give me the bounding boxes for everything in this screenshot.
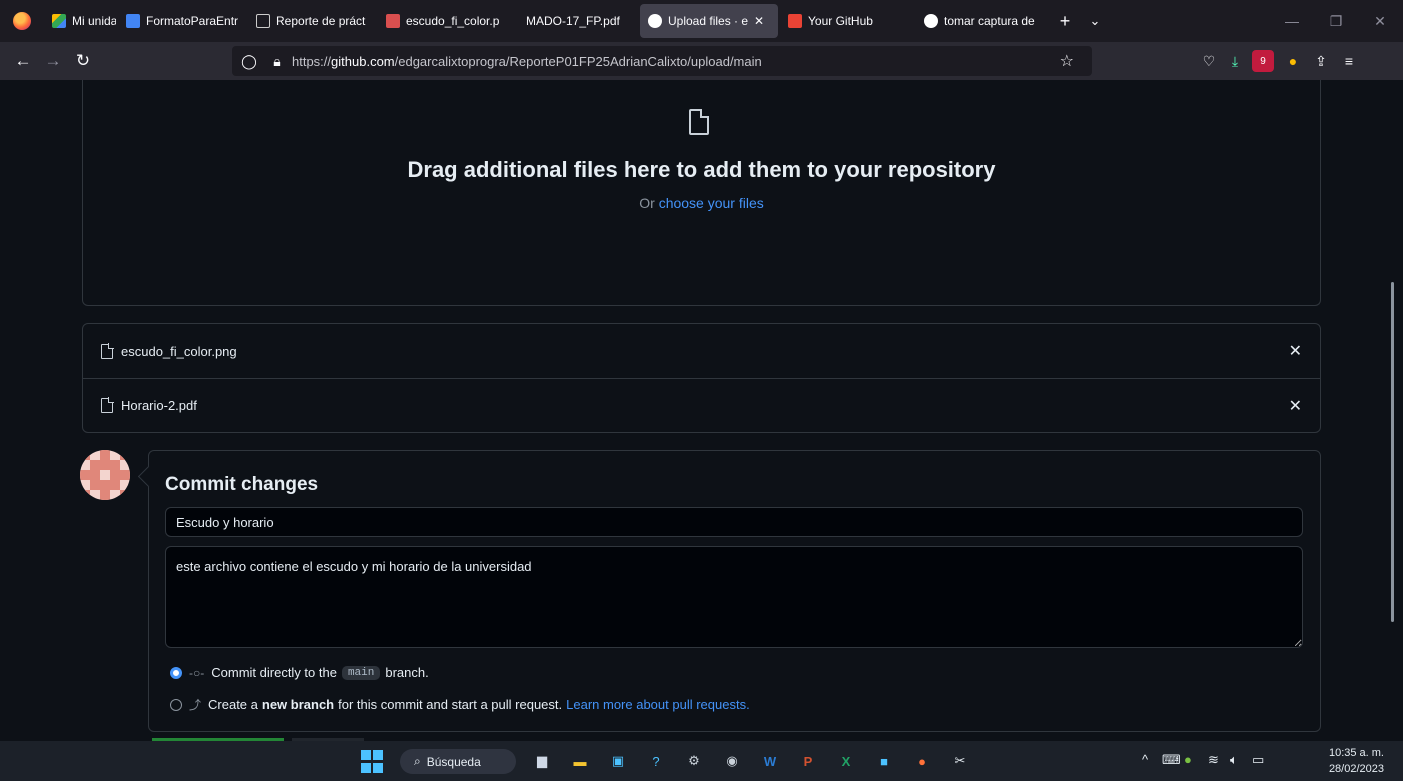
taskbar-clock[interactable]: 10:35 a. m. 28/02/2023: [1312, 745, 1384, 777]
store-icon[interactable]: ▣: [606, 749, 630, 773]
word-icon[interactable]: W: [758, 749, 782, 773]
excel-icon[interactable]: X: [834, 749, 858, 773]
remove-file-icon[interactable]: ✕: [1289, 341, 1302, 361]
tab-mi-unidad[interactable]: Mi unidad - Goo: [44, 4, 116, 38]
windows-start-icon[interactable]: [360, 749, 384, 773]
branch-name-badge: main: [341, 665, 381, 680]
bookmark-star-icon[interactable]: ☆: [1060, 51, 1074, 71]
tab-formato[interactable]: FormatoParaEntr: [118, 4, 246, 38]
image-icon: [386, 14, 400, 28]
commit-summary-input[interactable]: [165, 507, 1303, 537]
google-docs-icon: [126, 14, 140, 28]
pocket-icon[interactable]: ♡: [1198, 50, 1220, 72]
choose-files-link[interactable]: choose your files: [659, 195, 764, 211]
commit-title: Commit changes: [165, 474, 319, 495]
radio-commit-direct[interactable]: [170, 666, 182, 679]
file-list: escudo_fi_color.png ✕ Horario-2.pdf ✕: [82, 323, 1321, 433]
powerpoint-icon[interactable]: P: [796, 749, 820, 773]
option-commit-direct[interactable]: -○- Commit directly to the main branch.: [170, 665, 429, 680]
lock-icon[interactable]: 🔒︎: [266, 53, 288, 70]
radio-new-branch[interactable]: [170, 698, 182, 711]
battery-icon[interactable]: ▭: [1252, 752, 1264, 768]
tray-app-icon[interactable]: ●: [1184, 752, 1192, 767]
downloads-icon[interactable]: ⤓: [1224, 50, 1246, 72]
hamburger-menu-icon[interactable]: ≡: [1338, 50, 1360, 72]
extension-icon[interactable]: ●: [1282, 50, 1304, 72]
taskbar-search[interactable]: ⌕ Búsqueda: [400, 749, 516, 774]
tab-your-github[interactable]: Your GitHub: [780, 4, 914, 38]
file-explorer-icon[interactable]: ▬: [568, 749, 592, 773]
commit-description-input[interactable]: este archivo contiene el escudo y mi hor…: [165, 546, 1303, 648]
file-name: Horario-2.pdf: [121, 398, 197, 413]
file-icon: [689, 109, 709, 135]
url-bar[interactable]: ◯ 🔒︎ https://github.com/edgarcalixtoprog…: [232, 46, 1092, 76]
forward-icon[interactable]: →: [38, 51, 68, 71]
restore-icon[interactable]: ❐: [1314, 0, 1358, 42]
tab-tomar-captura[interactable]: tomar captura de: [916, 4, 1048, 38]
github-icon: [648, 14, 662, 28]
git-pull-request-icon: ⤴: [189, 698, 202, 712]
google-icon: [924, 14, 938, 28]
help-icon[interactable]: ?: [644, 749, 668, 773]
share-icon[interactable]: ⇪: [1310, 50, 1332, 72]
chevron-up-icon[interactable]: ^: [1142, 752, 1148, 767]
file-icon: [101, 342, 114, 359]
list-item: Horario-2.pdf ✕: [83, 378, 1320, 432]
camera-icon[interactable]: ◉: [720, 749, 744, 773]
option-new-branch[interactable]: ⤴ Create a new branch for this commit an…: [170, 696, 750, 713]
task-view-icon[interactable]: ▆: [530, 749, 554, 773]
search-icon: ⌕: [414, 754, 421, 768]
close-window-icon[interactable]: ✕: [1358, 0, 1402, 42]
volume-icon[interactable]: 🔈︎: [1230, 752, 1238, 768]
remove-file-icon[interactable]: ✕: [1289, 396, 1302, 416]
dropzone-title: Drag additional files here to add them t…: [407, 157, 996, 182]
git-commit-icon: -○-: [189, 665, 205, 680]
list-tabs-icon[interactable]: ⌄: [1080, 13, 1110, 29]
learn-more-link[interactable]: Learn more about pull requests.: [566, 697, 750, 712]
tab-reporte[interactable]: Reporte de práct: [248, 4, 376, 38]
google-drive-icon: [52, 14, 66, 28]
back-icon[interactable]: ←: [8, 51, 38, 71]
file-name: escudo_fi_color.png: [121, 343, 237, 359]
file-icon: [101, 397, 114, 413]
firefox-menu-icon[interactable]: [0, 0, 44, 42]
shield-icon[interactable]: ◯: [238, 53, 260, 70]
settings-icon[interactable]: ⚙: [682, 749, 706, 773]
tab-escudo[interactable]: escudo_fi_color.p: [378, 4, 512, 38]
tab-upload-files[interactable]: Upload files · e ✕: [640, 4, 778, 38]
slides-icon: [256, 14, 270, 28]
snipping-tool-icon[interactable]: ✂: [948, 749, 972, 773]
scrollbar[interactable]: [1391, 282, 1394, 622]
wifi-icon[interactable]: ≋: [1208, 752, 1219, 768]
zoom-icon[interactable]: ■: [872, 749, 896, 773]
dropzone-subtitle: Or choose your files: [639, 195, 764, 211]
browser-tab-bar: Mi unidad - Goo FormatoParaEntr Reporte …: [0, 0, 1403, 42]
new-tab-icon[interactable]: +: [1050, 11, 1080, 32]
gmail-icon: [788, 14, 802, 28]
tab-mado[interactable]: MADO-17_FP.pdf: [514, 4, 638, 38]
list-item: escudo_fi_color.png ✕: [83, 324, 1320, 378]
keyboard-icon[interactable]: ⌨: [1162, 752, 1181, 768]
minimize-icon[interactable]: —: [1270, 0, 1314, 42]
avatar[interactable]: [80, 450, 130, 500]
close-tab-icon[interactable]: ✕: [754, 14, 764, 28]
firefox-icon[interactable]: ●: [910, 749, 934, 773]
extension-badge-icon[interactable]: 9: [1252, 50, 1274, 72]
reload-icon[interactable]: ↻: [68, 51, 98, 71]
url-text: https://github.com/edgarcalixtoprogra/Re…: [292, 53, 762, 69]
windows-taskbar: ⌕ Búsqueda ▆ ▬ ▣ ? ⚙ ◉ W P X ■ ● ✂ ^ ⌨ ● …: [0, 741, 1403, 781]
